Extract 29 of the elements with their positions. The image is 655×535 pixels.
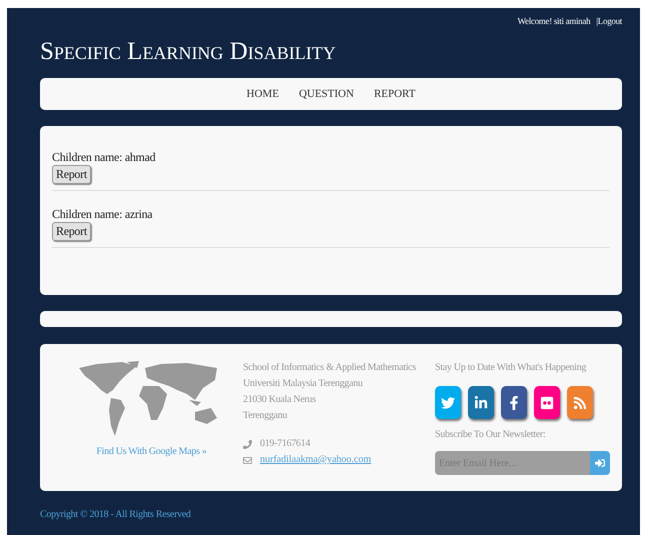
social-button[interactable] — [534, 386, 560, 419]
report-button[interactable]: Report — [52, 165, 91, 184]
bird-icon — [441, 396, 455, 410]
social-heading: Stay Up to Date With What's Happening — [435, 361, 588, 375]
phone-number: 019-7167614 — [260, 437, 310, 451]
subscribe-button[interactable] — [590, 451, 610, 475]
nav-link[interactable]: HOME — [246, 88, 279, 100]
address-line: School of Informatics & Applied Mathematics — [243, 361, 417, 375]
report-button[interactable]: Report — [52, 222, 91, 241]
nav-link[interactable]: REPORT — [374, 88, 416, 100]
site-title: Specific Learning Disability — [40, 38, 337, 66]
address-line: Terengganu — [243, 409, 288, 423]
logout-link[interactable]: |Logout — [596, 16, 622, 26]
welcome-text: Welcome! siti aminah — [518, 16, 590, 26]
phone-icon — [243, 440, 252, 448]
envelope-icon — [243, 456, 252, 464]
nav-link[interactable]: QUESTION — [298, 88, 354, 100]
newsletter-heading: Subscribe To Our Newsletter: — [435, 428, 546, 442]
social-button[interactable] — [468, 386, 494, 419]
social-button[interactable] — [501, 386, 527, 419]
sign-in-icon — [595, 458, 605, 468]
child-name: Children name: azrina — [52, 207, 152, 222]
address-line: Universiti Malaysia Terengganu — [243, 377, 364, 391]
address-line: 21030 Kuala Nerus — [243, 393, 317, 407]
linkedin-icon — [474, 396, 488, 410]
rss-icon — [573, 396, 587, 410]
child-name: Children name: ahmad — [52, 150, 156, 165]
copyright-text: Copyright © 2018 - All Rights Reserved — [40, 509, 192, 520]
two-dots-icon — [540, 396, 554, 410]
